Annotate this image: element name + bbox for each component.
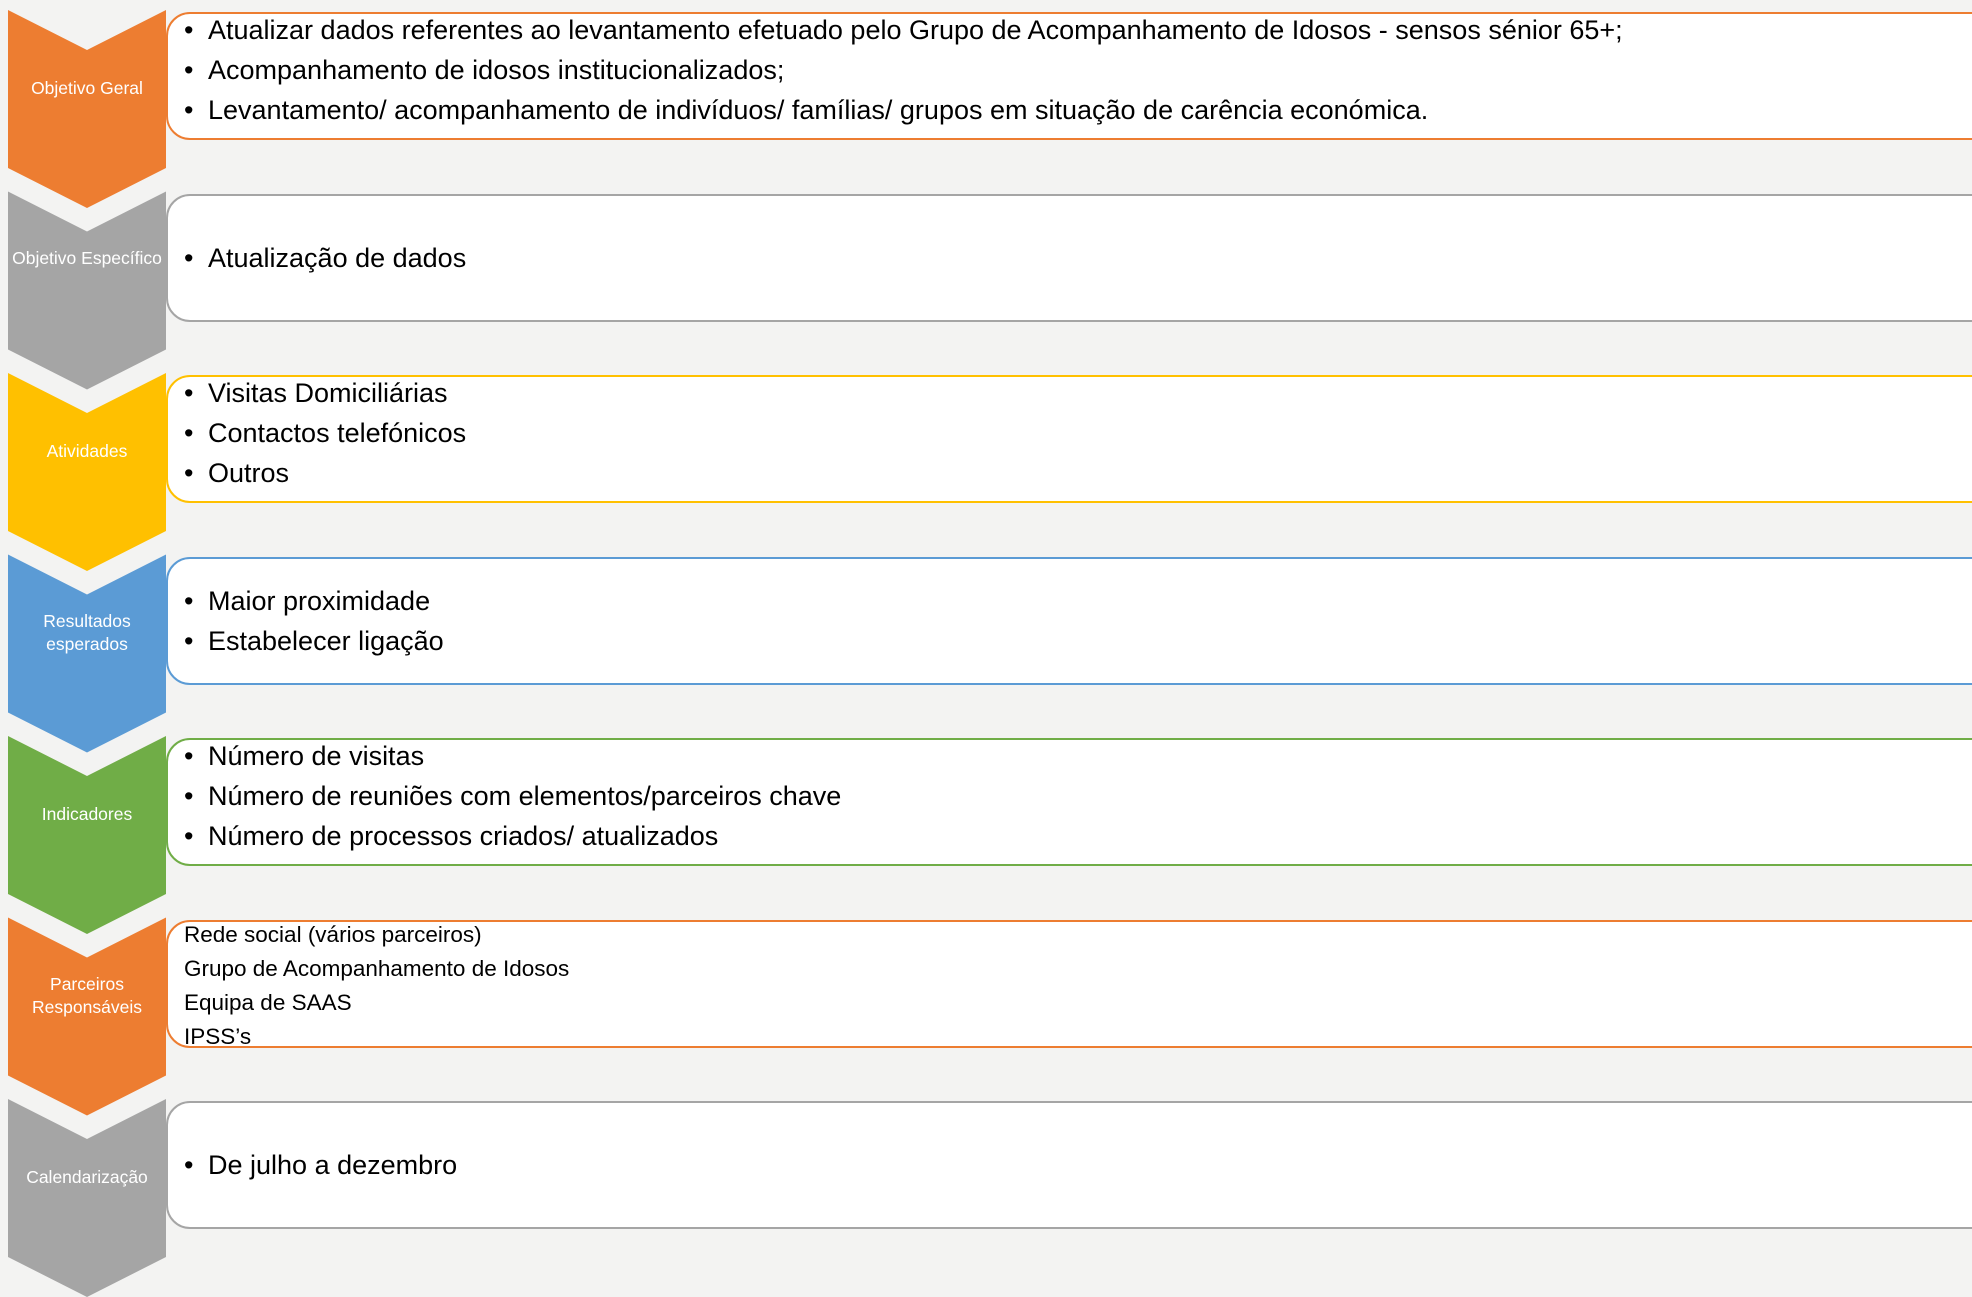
list-item: • Outros (184, 453, 466, 493)
bullet-icon: • (184, 95, 194, 125)
chevron-objetivo-especifico (8, 191, 166, 390)
bullet-icon: • (184, 55, 194, 85)
bullet-icon: • (184, 378, 194, 408)
bullet-icon: • (184, 458, 194, 488)
bullet-icon: • (184, 242, 194, 273)
row-content-calendarizacao: • De julho a dezembro (184, 1145, 457, 1185)
list-item-text: Outros (208, 458, 290, 488)
bullet-icon: • (184, 781, 194, 811)
list-item: • Levantamento/ acompanhamento de indivíd… (184, 90, 1623, 130)
list-item-text: Atualizar dados referentes ao levantamen… (208, 15, 1623, 45)
row-content-atividades: • Visitas Domiciliárias • Contactos telefón… (184, 373, 466, 493)
list-item-text: Levantamento/ acompanhamento de indivídu… (208, 95, 1429, 125)
list-item-text: Número de processos criados/ atualizados (208, 821, 719, 851)
list-item: • Atualização de dados (184, 238, 466, 278)
row-content-indicadores: • Número de visitas • Número de reuniões co… (184, 736, 841, 856)
bullet-icon: • (184, 741, 194, 771)
list-item-text: IPSS’s (184, 1023, 252, 1049)
row-label-atividades: Atividades (46, 440, 128, 461)
bullet-icon: • (184, 15, 194, 45)
list-item-text: Rede social (vários parceiros) (184, 921, 482, 947)
list-item: • Atualizar dados referentes ao levantame… (184, 10, 1623, 50)
chevron-objetivo-geral (8, 10, 166, 208)
list-item: • Número de reuniões com elementos/parcei… (184, 776, 841, 816)
bullet-icon: • (184, 1150, 194, 1180)
row-label-objetivo-especifico: Objetivo Específico (12, 247, 162, 268)
list-item: • Visitas Domiciliárias (184, 373, 466, 413)
list-item-text: De julho a dezembro (208, 1150, 458, 1180)
bullet-icon: • (184, 585, 194, 616)
list-item-text: Número de visitas (208, 741, 425, 771)
row-label-indicadores: Indicadores (41, 803, 133, 824)
row-label-resultados-esperados: Resultados esperados (43, 610, 131, 654)
bullet-icon: • (184, 625, 194, 656)
chevron-calendarizacao (8, 1099, 166, 1297)
row-label-parceiros-responsaveis: Parceiros Responsáveis (32, 973, 142, 1017)
list-item-text: Maior proximidade (208, 585, 431, 616)
list-item: Grupo de Acompanhamento de Idosos (184, 952, 569, 986)
list-item-text: Acompanhamento de idosos institucionaliz… (208, 55, 785, 85)
bullet-icon: • (184, 821, 194, 851)
list-item-text: Grupo de Acompanhamento de Idosos (184, 955, 570, 981)
row-label-objetivo-geral: Objetivo Geral (31, 77, 143, 98)
list-item: • Contactos telefónicos (184, 413, 466, 453)
row-content-objetivo-especifico: • Atualização de dados (184, 238, 466, 278)
row-label-calendarizacao: Calendarização (26, 1166, 148, 1187)
row-content-resultados-esperados: • Maior proximidade • Estabelecer ligação (184, 581, 444, 661)
list-item: • De julho a dezembro (184, 1145, 457, 1185)
list-item: Rede social (vários parceiros) (184, 918, 569, 952)
list-item-text: Contactos telefónicos (208, 418, 467, 448)
list-item-text: Atualização de dados (208, 242, 467, 273)
list-item: • Número de visitas (184, 736, 841, 776)
process-diagram: Objetivo Geral • Atualizar dados referente… (0, 0, 1972, 1297)
list-item-text: Visitas Domiciliárias (208, 378, 448, 408)
list-item-text: Número de reuniões com elementos/parceir… (208, 781, 842, 811)
row-content-parceiros-responsaveis: Rede social (vários parceiros) Grupo de A… (184, 918, 569, 1054)
list-item: IPSS’s (184, 1020, 569, 1054)
list-item: • Estabelecer ligação (184, 621, 444, 661)
chevron-atividades (8, 373, 166, 571)
list-item: • Número de processos criados/ atualizado… (184, 816, 841, 856)
bullet-icon: • (184, 418, 194, 448)
list-item: • Acompanhamento de idosos institucionali… (184, 50, 1623, 90)
chevron-indicadores (8, 736, 166, 934)
list-item: Equipa de SAAS (184, 986, 569, 1020)
list-item-text: Estabelecer ligação (208, 625, 444, 656)
list-item: • Maior proximidade (184, 581, 444, 621)
list-item-text: Equipa de SAAS (184, 989, 352, 1015)
row-content-objetivo-geral: • Atualizar dados referentes ao levantame… (184, 10, 1623, 130)
